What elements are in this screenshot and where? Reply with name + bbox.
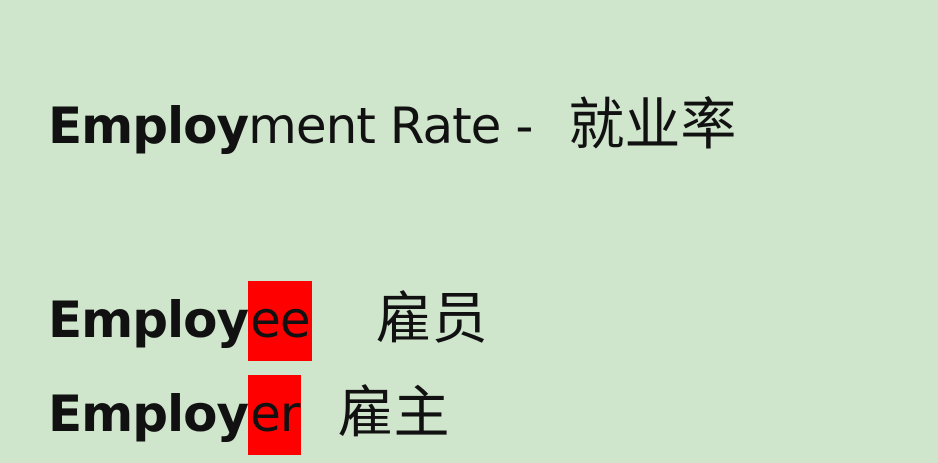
employment-rate-chinese: 就业率: [568, 93, 737, 158]
employee-chinese: 雇员: [375, 287, 488, 352]
employee-suffix-highlight: ee: [248, 281, 312, 361]
slide: Employ ment Rate - 就业率 Employ ee 雇员 Employ…: [0, 0, 938, 463]
ment-rate-text: ment Rate -: [248, 97, 533, 155]
employer-chinese: 雇主: [337, 381, 450, 446]
employee-bold-text: Employ: [48, 291, 249, 349]
employer-suffix-highlight: er: [248, 375, 302, 455]
employee-line: Employ ee 雇员: [48, 281, 488, 361]
employment-rate-line: Employ ment Rate - 就业率: [48, 98, 736, 154]
employer-bold-text: Employ: [48, 385, 249, 443]
employ-bold-text: Employ: [48, 97, 249, 155]
employer-line: Employ er 雇主: [48, 375, 450, 455]
